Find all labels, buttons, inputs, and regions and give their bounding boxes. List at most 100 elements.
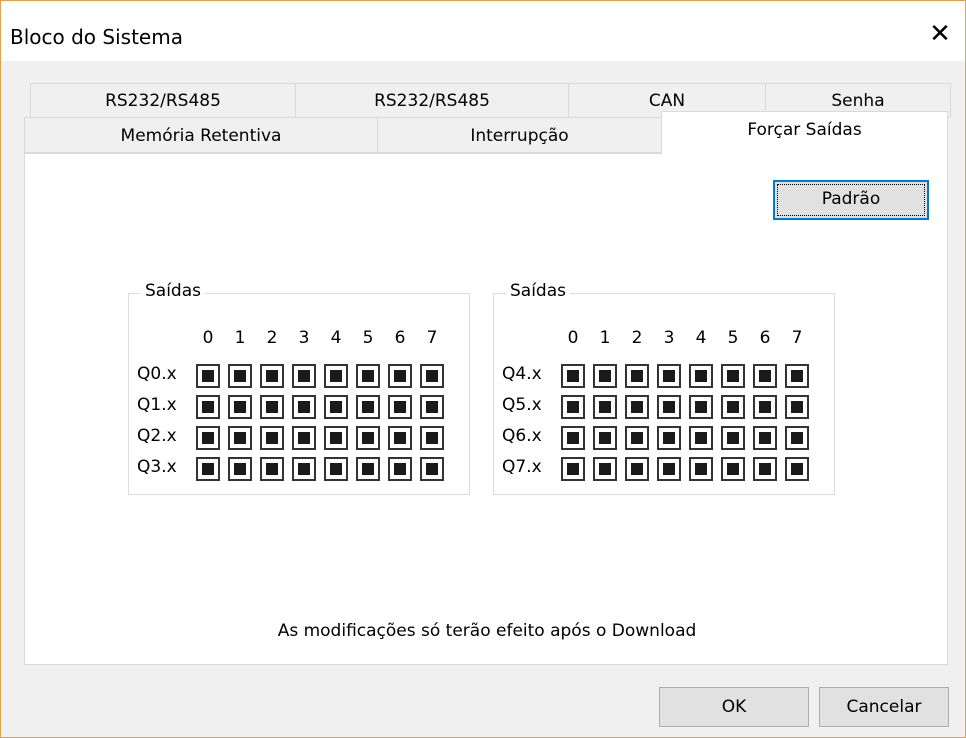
output-checkbox-q7-7[interactable]: [785, 457, 809, 481]
output-checkbox-q6-5[interactable]: [721, 426, 745, 450]
output-checkbox-q4-3[interactable]: [657, 364, 681, 388]
output-checkbox-q1-6[interactable]: [388, 395, 412, 419]
output-checkbox-q0-1[interactable]: [228, 364, 252, 388]
output-checkbox-q0-0[interactable]: [196, 364, 220, 388]
output-checkbox-q3-5[interactable]: [356, 457, 380, 481]
output-checkbox-q2-4[interactable]: [324, 426, 348, 450]
tab-rs232-rs485-2[interactable]: RS232/RS485: [295, 83, 569, 118]
output-checkbox-q1-2[interactable]: [260, 395, 284, 419]
bit-number: 6: [759, 328, 771, 348]
row-label-q6: Q6.x: [502, 426, 542, 446]
tab-panel-forcar-saidas: Padrão Saídas 0 1 2 3 4 5 6 7 Q0.x Q1.x …: [24, 153, 948, 665]
outputs-group-q4-q7: Saídas 0 1 2 3 4 5 6 7 Q4.x Q5.x Q6.x Q7…: [493, 281, 835, 495]
tab-forcar-saidas[interactable]: Forçar Saídas: [661, 111, 948, 155]
bit-number: 1: [599, 328, 611, 348]
cancel-button[interactable]: Cancelar: [819, 687, 949, 727]
output-checkbox-q2-6[interactable]: [388, 426, 412, 450]
output-checkbox-q1-3[interactable]: [292, 395, 316, 419]
bit-number: 7: [426, 328, 438, 348]
output-checkbox-q5-7[interactable]: [785, 395, 809, 419]
output-checkbox-q7-5[interactable]: [721, 457, 745, 481]
output-checkbox-q0-4[interactable]: [324, 364, 348, 388]
row-label-q3: Q3.x: [137, 457, 177, 477]
output-checkbox-q3-4[interactable]: [324, 457, 348, 481]
bit-number: 4: [695, 328, 707, 348]
output-checkbox-q0-6[interactable]: [388, 364, 412, 388]
output-checkbox-q3-6[interactable]: [388, 457, 412, 481]
output-checkbox-q0-7[interactable]: [420, 364, 444, 388]
title-bar: Bloco do Sistema ✕: [1, 1, 965, 61]
output-checkbox-q1-5[interactable]: [356, 395, 380, 419]
output-checkbox-q4-7[interactable]: [785, 364, 809, 388]
system-block-dialog: Bloco do Sistema ✕ RS232/RS485 RS232/RS4…: [0, 0, 966, 738]
output-checkbox-q6-2[interactable]: [625, 426, 649, 450]
output-checkbox-q0-2[interactable]: [260, 364, 284, 388]
output-checkbox-q6-7[interactable]: [785, 426, 809, 450]
output-checkbox-q3-3[interactable]: [292, 457, 316, 481]
tab-interrupcao[interactable]: Interrupção: [377, 117, 662, 153]
output-checkbox-q3-1[interactable]: [228, 457, 252, 481]
close-icon[interactable]: ✕: [915, 11, 965, 57]
row-label-q4: Q4.x: [502, 364, 542, 384]
output-checkbox-q4-5[interactable]: [721, 364, 745, 388]
output-checkbox-q4-1[interactable]: [593, 364, 617, 388]
output-checkbox-q6-1[interactable]: [593, 426, 617, 450]
bit-number: 2: [266, 328, 278, 348]
row-label-q0: Q0.x: [137, 364, 177, 384]
output-checkbox-q5-5[interactable]: [721, 395, 745, 419]
output-checkbox-q5-2[interactable]: [625, 395, 649, 419]
output-checkbox-q2-0[interactable]: [196, 426, 220, 450]
output-checkbox-q6-4[interactable]: [689, 426, 713, 450]
output-checkbox-q7-0[interactable]: [561, 457, 585, 481]
output-checkbox-q1-7[interactable]: [420, 395, 444, 419]
output-checkbox-q7-3[interactable]: [657, 457, 681, 481]
output-checkbox-q2-1[interactable]: [228, 426, 252, 450]
tab-label: Interrupção: [470, 126, 569, 146]
output-checkbox-q0-3[interactable]: [292, 364, 316, 388]
output-checkbox-q4-4[interactable]: [689, 364, 713, 388]
output-checkbox-q5-4[interactable]: [689, 395, 713, 419]
output-checkbox-q5-3[interactable]: [657, 395, 681, 419]
row-label-q2: Q2.x: [137, 426, 177, 446]
output-checkbox-q2-7[interactable]: [420, 426, 444, 450]
output-checkbox-q2-2[interactable]: [260, 426, 284, 450]
bit-number: 7: [791, 328, 803, 348]
output-checkbox-q6-6[interactable]: [753, 426, 777, 450]
output-checkbox-q7-2[interactable]: [625, 457, 649, 481]
group-title: Saídas: [506, 281, 570, 301]
output-checkbox-q7-1[interactable]: [593, 457, 617, 481]
output-checkbox-q7-4[interactable]: [689, 457, 713, 481]
output-checkbox-q1-1[interactable]: [228, 395, 252, 419]
download-note: As modificações só terão efeito após o D…: [277, 621, 697, 641]
outputs-group-q0-q3: Saídas 0 1 2 3 4 5 6 7 Q0.x Q1.x Q2.x Q3…: [128, 281, 470, 495]
bit-number: 0: [567, 328, 579, 348]
output-checkbox-q4-2[interactable]: [625, 364, 649, 388]
output-checkbox-q3-7[interactable]: [420, 457, 444, 481]
output-checkbox-q3-2[interactable]: [260, 457, 284, 481]
output-checkbox-q6-3[interactable]: [657, 426, 681, 450]
output-checkbox-q1-0[interactable]: [196, 395, 220, 419]
tab-rs232-rs485-1[interactable]: RS232/RS485: [30, 83, 296, 118]
output-checkbox-q6-0[interactable]: [561, 426, 585, 450]
default-button[interactable]: Padrão: [773, 180, 929, 220]
output-checkbox-q2-3[interactable]: [292, 426, 316, 450]
output-checkbox-q5-0[interactable]: [561, 395, 585, 419]
output-checkbox-q5-6[interactable]: [753, 395, 777, 419]
output-checkbox-q0-5[interactable]: [356, 364, 380, 388]
tab-memoria-retentiva[interactable]: Memória Retentiva: [24, 117, 378, 153]
bit-number: 3: [298, 328, 310, 348]
bit-number: 3: [663, 328, 675, 348]
output-checkbox-q1-4[interactable]: [324, 395, 348, 419]
bit-number: 5: [362, 328, 374, 348]
bit-number: 1: [234, 328, 246, 348]
output-checkbox-q4-6[interactable]: [753, 364, 777, 388]
output-checkbox-q7-6[interactable]: [753, 457, 777, 481]
output-checkbox-q5-1[interactable]: [593, 395, 617, 419]
output-checkbox-q2-5[interactable]: [356, 426, 380, 450]
output-checkbox-q3-0[interactable]: [196, 457, 220, 481]
output-checkbox-q4-0[interactable]: [561, 364, 585, 388]
bit-number: 5: [727, 328, 739, 348]
tab-label: Forçar Saídas: [747, 120, 862, 140]
row-label-q1: Q1.x: [137, 395, 177, 415]
ok-button[interactable]: OK: [659, 687, 809, 727]
